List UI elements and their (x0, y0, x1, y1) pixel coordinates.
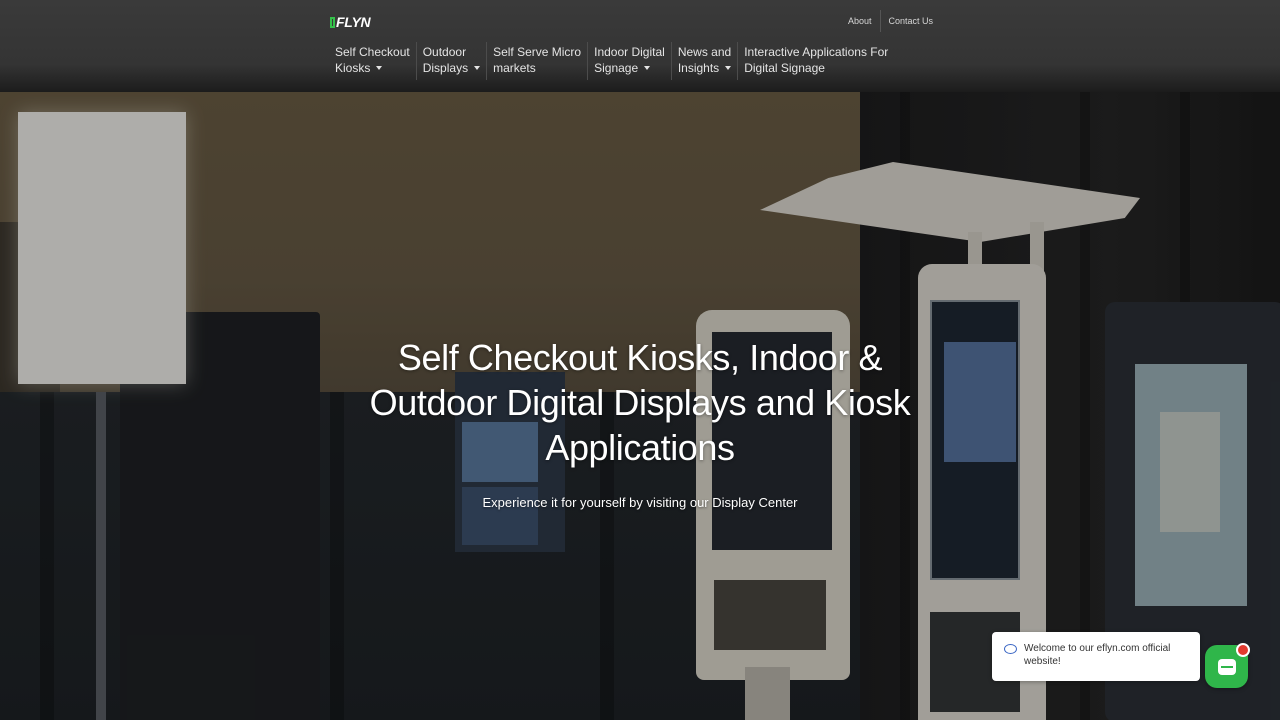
chat-bubble-icon (1004, 644, 1017, 654)
nav-item-indoor-digital-signage[interactable]: Indoor Digital Signage (587, 42, 671, 80)
logo-text: FLYN (336, 14, 371, 30)
hero-title-line3: Applications (545, 427, 735, 468)
nav-item-label-line1: Outdoor (422, 45, 467, 59)
top-links: About Contact Us (840, 10, 941, 32)
nav-item-label-line1: Self Checkout (335, 45, 410, 59)
nav-item-label-line2: Signage (594, 61, 639, 75)
nav-item-label-line1: Interactive Applications For (744, 45, 889, 59)
caret-down-icon (725, 65, 732, 70)
chat-welcome-bubble[interactable]: Welcome to our eflyn.com official websit… (992, 632, 1200, 681)
nav-item-label-line1: News and (677, 45, 732, 59)
site-header: FLYN About Contact Us Self Checkout Kios… (0, 0, 1280, 92)
nav-item-label-line2: Insights (677, 61, 720, 75)
chat-icon (1217, 658, 1236, 675)
caret-down-icon (644, 65, 651, 70)
caret-down-icon (376, 65, 383, 70)
nav-item-self-checkout-kiosks[interactable]: Self Checkout Kiosks (329, 42, 416, 80)
nav-item-label-line2: Kiosks (335, 61, 371, 75)
chat-welcome-message: Welcome to our eflyn.com official websit… (1024, 643, 1171, 667)
hero-subtitle: Experience it for yourself by visiting o… (482, 495, 798, 510)
hero-title-line2: Outdoor Digital Displays and Kiosk (369, 382, 911, 423)
contact-us-link[interactable]: Contact Us (881, 10, 942, 32)
about-link[interactable]: About (840, 10, 880, 32)
hero-section: Self Checkout Kiosks, Indoor & Outdoor D… (0, 92, 1280, 720)
nav-item-label-line2: markets (493, 61, 536, 75)
nav-item-outdoor-displays[interactable]: Outdoor Displays (415, 42, 486, 80)
caret-down-icon (474, 65, 481, 70)
nav-item-label-line2: Displays (422, 61, 469, 75)
nav-item-news-and-insights[interactable]: News and Insights (670, 42, 737, 80)
hero-title: Self Checkout Kiosks, Indoor & Outdoor D… (340, 335, 940, 470)
logo-mark-icon (330, 16, 335, 28)
logo[interactable]: FLYN (330, 14, 371, 30)
notification-badge (1236, 643, 1250, 657)
hero-title-line1: Self Checkout Kiosks, Indoor & (397, 337, 883, 378)
nav-item-label-line2: Digital Signage (744, 61, 825, 75)
main-nav: Self Checkout Kiosks Outdoor Displays Se… (329, 42, 894, 80)
hero-content: Self Checkout Kiosks, Indoor & Outdoor D… (340, 335, 940, 512)
nav-item-interactive-applications[interactable]: Interactive Applications For Digital Sig… (737, 42, 894, 80)
nav-item-label-line1: Indoor Digital (594, 45, 665, 59)
nav-item-self-serve-micro-markets[interactable]: Self Serve Micro markets (486, 42, 587, 80)
nav-item-label-line1: Self Serve Micro (493, 45, 582, 59)
